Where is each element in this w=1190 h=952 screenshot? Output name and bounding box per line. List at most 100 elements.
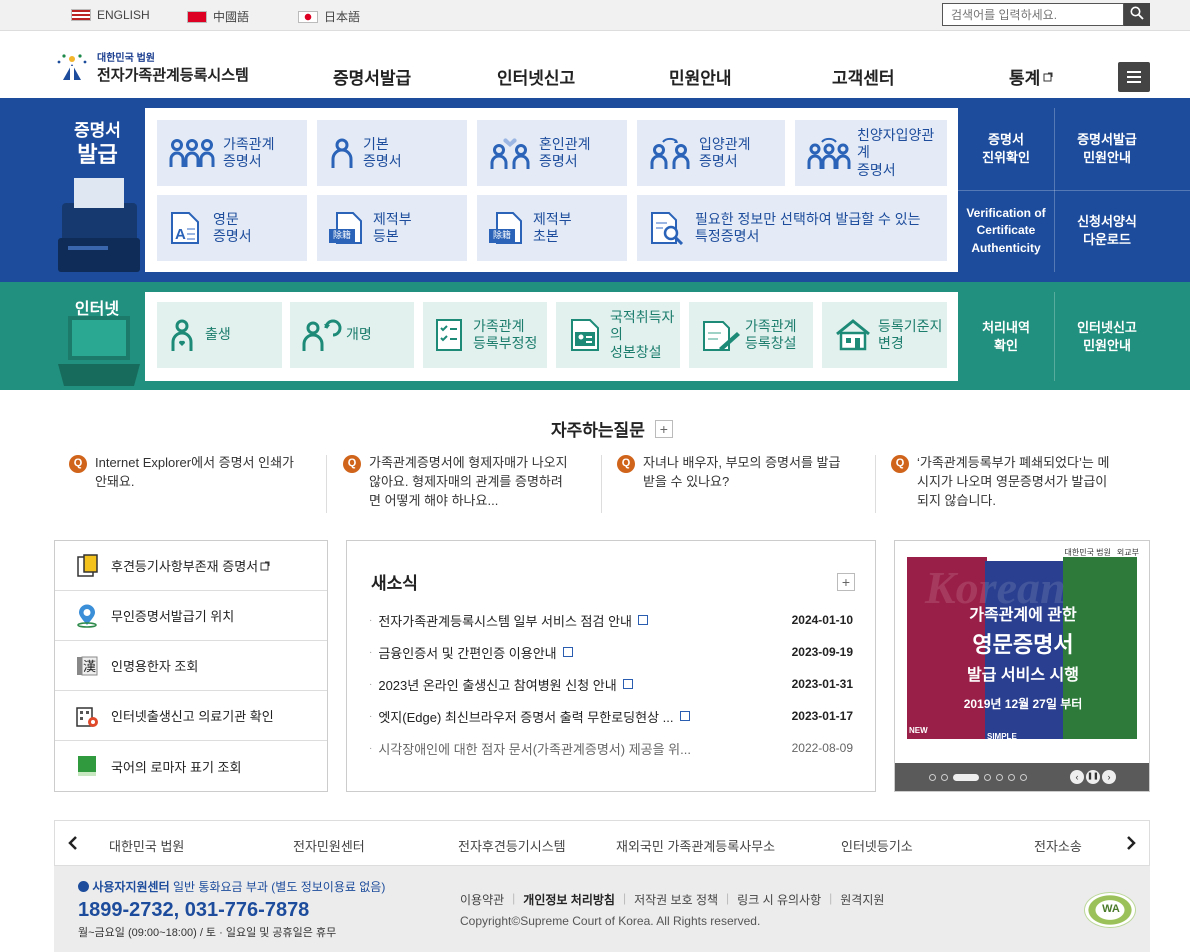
quick-link-kiosk-location[interactable]: 무인증명서발급기 위치	[55, 591, 327, 641]
banner-pause-icon[interactable]: ❚❚	[1086, 770, 1100, 784]
nav-customer[interactable]: 고객센터	[832, 64, 895, 89]
green-book-icon	[78, 756, 96, 776]
quick-link-hospital[interactable]: 인터넷출생신고 의료기관 확인	[55, 691, 327, 741]
tile-marriage[interactable]: 혼인관계 증명서	[477, 120, 627, 186]
quick-link-hanja[interactable]: 漢 인명용한자 조회	[55, 641, 327, 691]
quick-link-label: 무인증명서발급기 위치	[111, 609, 235, 624]
search-button[interactable]	[1124, 3, 1150, 26]
tile-line: 성본창설	[610, 343, 662, 360]
tile-full-adoption[interactable]: 친양자입양관계 증명서	[795, 120, 947, 186]
chevron-left-icon[interactable]	[67, 835, 79, 851]
verification-english-link[interactable]: Verification of Certificate Authenticity	[958, 190, 1054, 272]
policy-copyright-link[interactable]: 저작권 보호 정책	[634, 891, 718, 908]
document-pen-icon	[703, 321, 740, 351]
related-site-link[interactable]: 인터넷등기소	[841, 836, 913, 855]
pager-dot[interactable]	[996, 774, 1003, 781]
pager-dot[interactable]	[1020, 774, 1027, 781]
site-logo[interactable]: 대한민국 법원 전자가족관계등록시스템	[55, 49, 249, 85]
tile-line: 초본	[533, 228, 559, 244]
report-guide-link[interactable]: 인터넷신고 민원안내	[1054, 292, 1160, 381]
tile-naturalized-surname[interactable]: 국적취득자의 성본창설	[556, 302, 680, 368]
news-panel: 새소식 + · 전자가족관계등록시스템 일부 서비스 점검 안내 2024-01-…	[346, 540, 876, 792]
news-item[interactable]: · 엣지(Edge) 최신브라우저 증명서 출력 무한로딩현상 ... 2023-…	[369, 706, 853, 726]
nav-issue[interactable]: 증명서발급	[333, 64, 411, 89]
tile-birth[interactable]: 출생	[157, 302, 282, 368]
faq-item[interactable]: Q ‘가족관계등록부가 폐쇄되었다’는 메 시지가 나오며 영문증명서가 발급이 되…	[891, 454, 1141, 511]
tile-line: 혼인관계	[539, 135, 591, 152]
tile-register-creation[interactable]: 가족관계 등록창설	[689, 302, 813, 368]
tile-adoption[interactable]: 입양관계 증명서	[637, 120, 785, 186]
tile-line: 증명서	[363, 153, 402, 169]
pager-dot[interactable]	[941, 774, 948, 781]
related-site-link[interactable]: 전자소송	[1034, 836, 1082, 855]
tile-line: 개명	[346, 326, 372, 343]
pager-dot[interactable]	[929, 774, 936, 781]
news-item[interactable]: · 금융인증서 및 간편인증 이용안내 2023-09-19	[369, 642, 853, 662]
nav-civil[interactable]: 민원안내	[669, 64, 732, 89]
policy-terms-link[interactable]: 이용약관	[460, 891, 504, 908]
question-icon: Q	[617, 455, 635, 473]
tile-line: 증명서	[857, 161, 896, 178]
rename-icon	[302, 319, 342, 351]
quick-link-guardianship[interactable]: 후견등기사항부존재 증명서	[55, 541, 327, 591]
tile-base-address-change[interactable]: 등록기준지 변경	[822, 302, 947, 368]
svg-text:漢: 漢	[83, 660, 96, 675]
lang-japanese-link[interactable]: 日本語	[298, 8, 360, 25]
location-pin-icon	[77, 604, 97, 628]
tile-basic[interactable]: 기본 증명서	[317, 120, 467, 186]
form-download-link[interactable]: 신청서양식 다운로드	[1054, 190, 1160, 272]
chevron-right-icon[interactable]	[1125, 835, 1137, 851]
verify-certificate-link[interactable]: 증명서 진위확인	[958, 108, 1054, 190]
document-icon	[562, 647, 573, 657]
news-more-button[interactable]: +	[837, 573, 855, 591]
question-icon: Q	[891, 455, 909, 473]
news-item[interactable]: · 시각장애인에 대한 점자 문서(가족관계증명서) 제공을 위... 2022-…	[369, 738, 853, 758]
nav-report[interactable]: 인터넷신고	[497, 64, 575, 89]
search-input[interactable]	[942, 3, 1124, 26]
divider	[601, 455, 602, 513]
menu-button[interactable]	[1118, 62, 1150, 92]
tile-line: 특정증명서	[695, 228, 760, 244]
news-item[interactable]: · 2023년 온라인 출생신고 참여병원 신청 안내 2023-01-31	[369, 674, 853, 694]
logo-title: 전자가족관계등록시스템	[97, 67, 249, 84]
link-line: 확인	[994, 337, 1018, 353]
related-site-link[interactable]: 대한민국 법원	[109, 836, 184, 855]
tile-line: 증명서	[223, 153, 262, 169]
tile-register-correction[interactable]: 가족관계 등록부정정	[423, 302, 547, 368]
pager-dot-active[interactable]	[953, 774, 979, 781]
faq-item[interactable]: Q 가족관계증명서에 형제자매가 나오지 않아요. 형제자매의 관계를 증명하려 면…	[343, 454, 593, 511]
faq-more-button[interactable]: +	[654, 419, 673, 438]
related-site-link[interactable]: 전자후견등기시스템	[458, 836, 566, 855]
tile-removed-copy[interactable]: 除籍 제적부 등본	[317, 195, 467, 261]
faq-item[interactable]: Q Internet Explorer에서 증명서 인쇄가 안돼요.	[69, 454, 319, 492]
policy-privacy-link[interactable]: 개인정보 처리방침	[523, 891, 615, 908]
related-site-link[interactable]: 재외국민 가족관계등록사무소	[616, 836, 775, 855]
nav-statistics[interactable]: 통계	[1009, 64, 1053, 89]
policy-remote-support-link[interactable]: 원격지원	[840, 891, 884, 908]
tile-removed-extract[interactable]: 除籍 제적부 초본	[477, 195, 627, 261]
support-center: 사용자지원센터 일반 통화요금 부과 (별도 정보이용료 없음)	[78, 878, 385, 895]
faq-item[interactable]: Q 자녀나 배우자, 부모의 증명서를 발급 받을 수 있나요?	[617, 454, 867, 492]
pager-dot[interactable]	[1008, 774, 1015, 781]
tile-line: 가족관계	[745, 317, 797, 334]
tile-english[interactable]: A 영문 증명서	[157, 195, 307, 261]
tile-rename[interactable]: 개명	[290, 302, 414, 368]
news-item-title: 금융인증서 및 간편인증 이용안내	[378, 645, 557, 661]
lang-english-link[interactable]: ENGLISH	[71, 8, 150, 22]
quick-link-romanization[interactable]: 국어의 로마자 표기 조회	[55, 741, 327, 791]
tile-family-relation[interactable]: 가족관계 증명서	[157, 120, 307, 186]
policy-link-notice-link[interactable]: 링크 시 유의사항	[737, 891, 821, 908]
process-history-link[interactable]: 처리내역 확인	[958, 292, 1054, 381]
banner-next-icon[interactable]: ›	[1102, 770, 1116, 784]
faq-line: 받을 수 있나요?	[643, 473, 730, 489]
banner-prev-icon[interactable]: ‹	[1070, 770, 1084, 784]
news-item[interactable]: · 전자가족관계등록시스템 일부 서비스 점검 안내 2024-01-10	[369, 610, 853, 630]
tile-specific-certificate[interactable]: 필요한 정보만 선택하여 발급할 수 있는 특정증명서	[637, 195, 947, 261]
pager-dot[interactable]	[984, 774, 991, 781]
related-site-link[interactable]: 전자민원센터	[293, 836, 365, 855]
policy-links: 이용약관 | 개인정보 처리방침 | 저작권 보호 정책 | 링크 시 유의사항 | 원…	[460, 891, 884, 908]
promo-banner[interactable]: 대한민국 법원 외교부 Korean 가족관계에 관한 영문증명서 발급 서비스 …	[894, 540, 1150, 792]
lang-chinese-link[interactable]: 中國語	[187, 8, 249, 25]
bullet: ·	[369, 614, 373, 626]
issue-guide-link[interactable]: 증명서발급 민원안내	[1054, 108, 1160, 190]
